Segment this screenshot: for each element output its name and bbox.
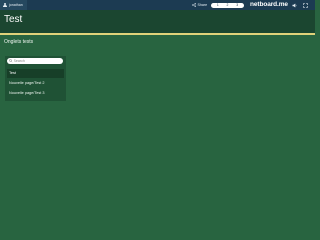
tabs-panel: Test Nouvelle page/Test 2 Nouvelle page/…	[5, 56, 66, 101]
top-bar: jonathan Share 1 2 3 netboard.me	[0, 0, 315, 10]
page-title: Test	[4, 14, 23, 25]
expand-icon[interactable]	[303, 2, 308, 8]
section-title: Onglets tests	[4, 39, 34, 45]
pill-item-2[interactable]: 2	[227, 3, 229, 8]
tab-item-test[interactable]: Test	[7, 69, 64, 78]
share-button[interactable]: Share	[192, 0, 207, 10]
tab-item-test-2[interactable]: Nouvelle page/Test 2	[7, 79, 64, 88]
user-menu-button[interactable]: jonathan	[0, 0, 27, 10]
board-header: Test	[0, 10, 315, 33]
speaker-icon[interactable]	[292, 3, 297, 8]
user-icon	[3, 2, 7, 8]
share-label: Share	[197, 3, 208, 7]
tab-item-test-3[interactable]: Nouvelle page/Test 3	[7, 89, 64, 98]
search-icon	[9, 59, 13, 63]
search-box[interactable]	[7, 58, 63, 64]
user-name: jonathan	[9, 3, 23, 7]
pill-item-3[interactable]: 3	[236, 3, 238, 8]
header-accent-line	[0, 33, 315, 35]
share-icon	[192, 3, 196, 7]
brand-logo[interactable]: netboard.me	[250, 0, 288, 10]
board-selector-pill[interactable]: 1 2 3	[211, 2, 244, 8]
pill-item-1[interactable]: 1	[217, 3, 219, 8]
search-input[interactable]	[13, 58, 62, 64]
